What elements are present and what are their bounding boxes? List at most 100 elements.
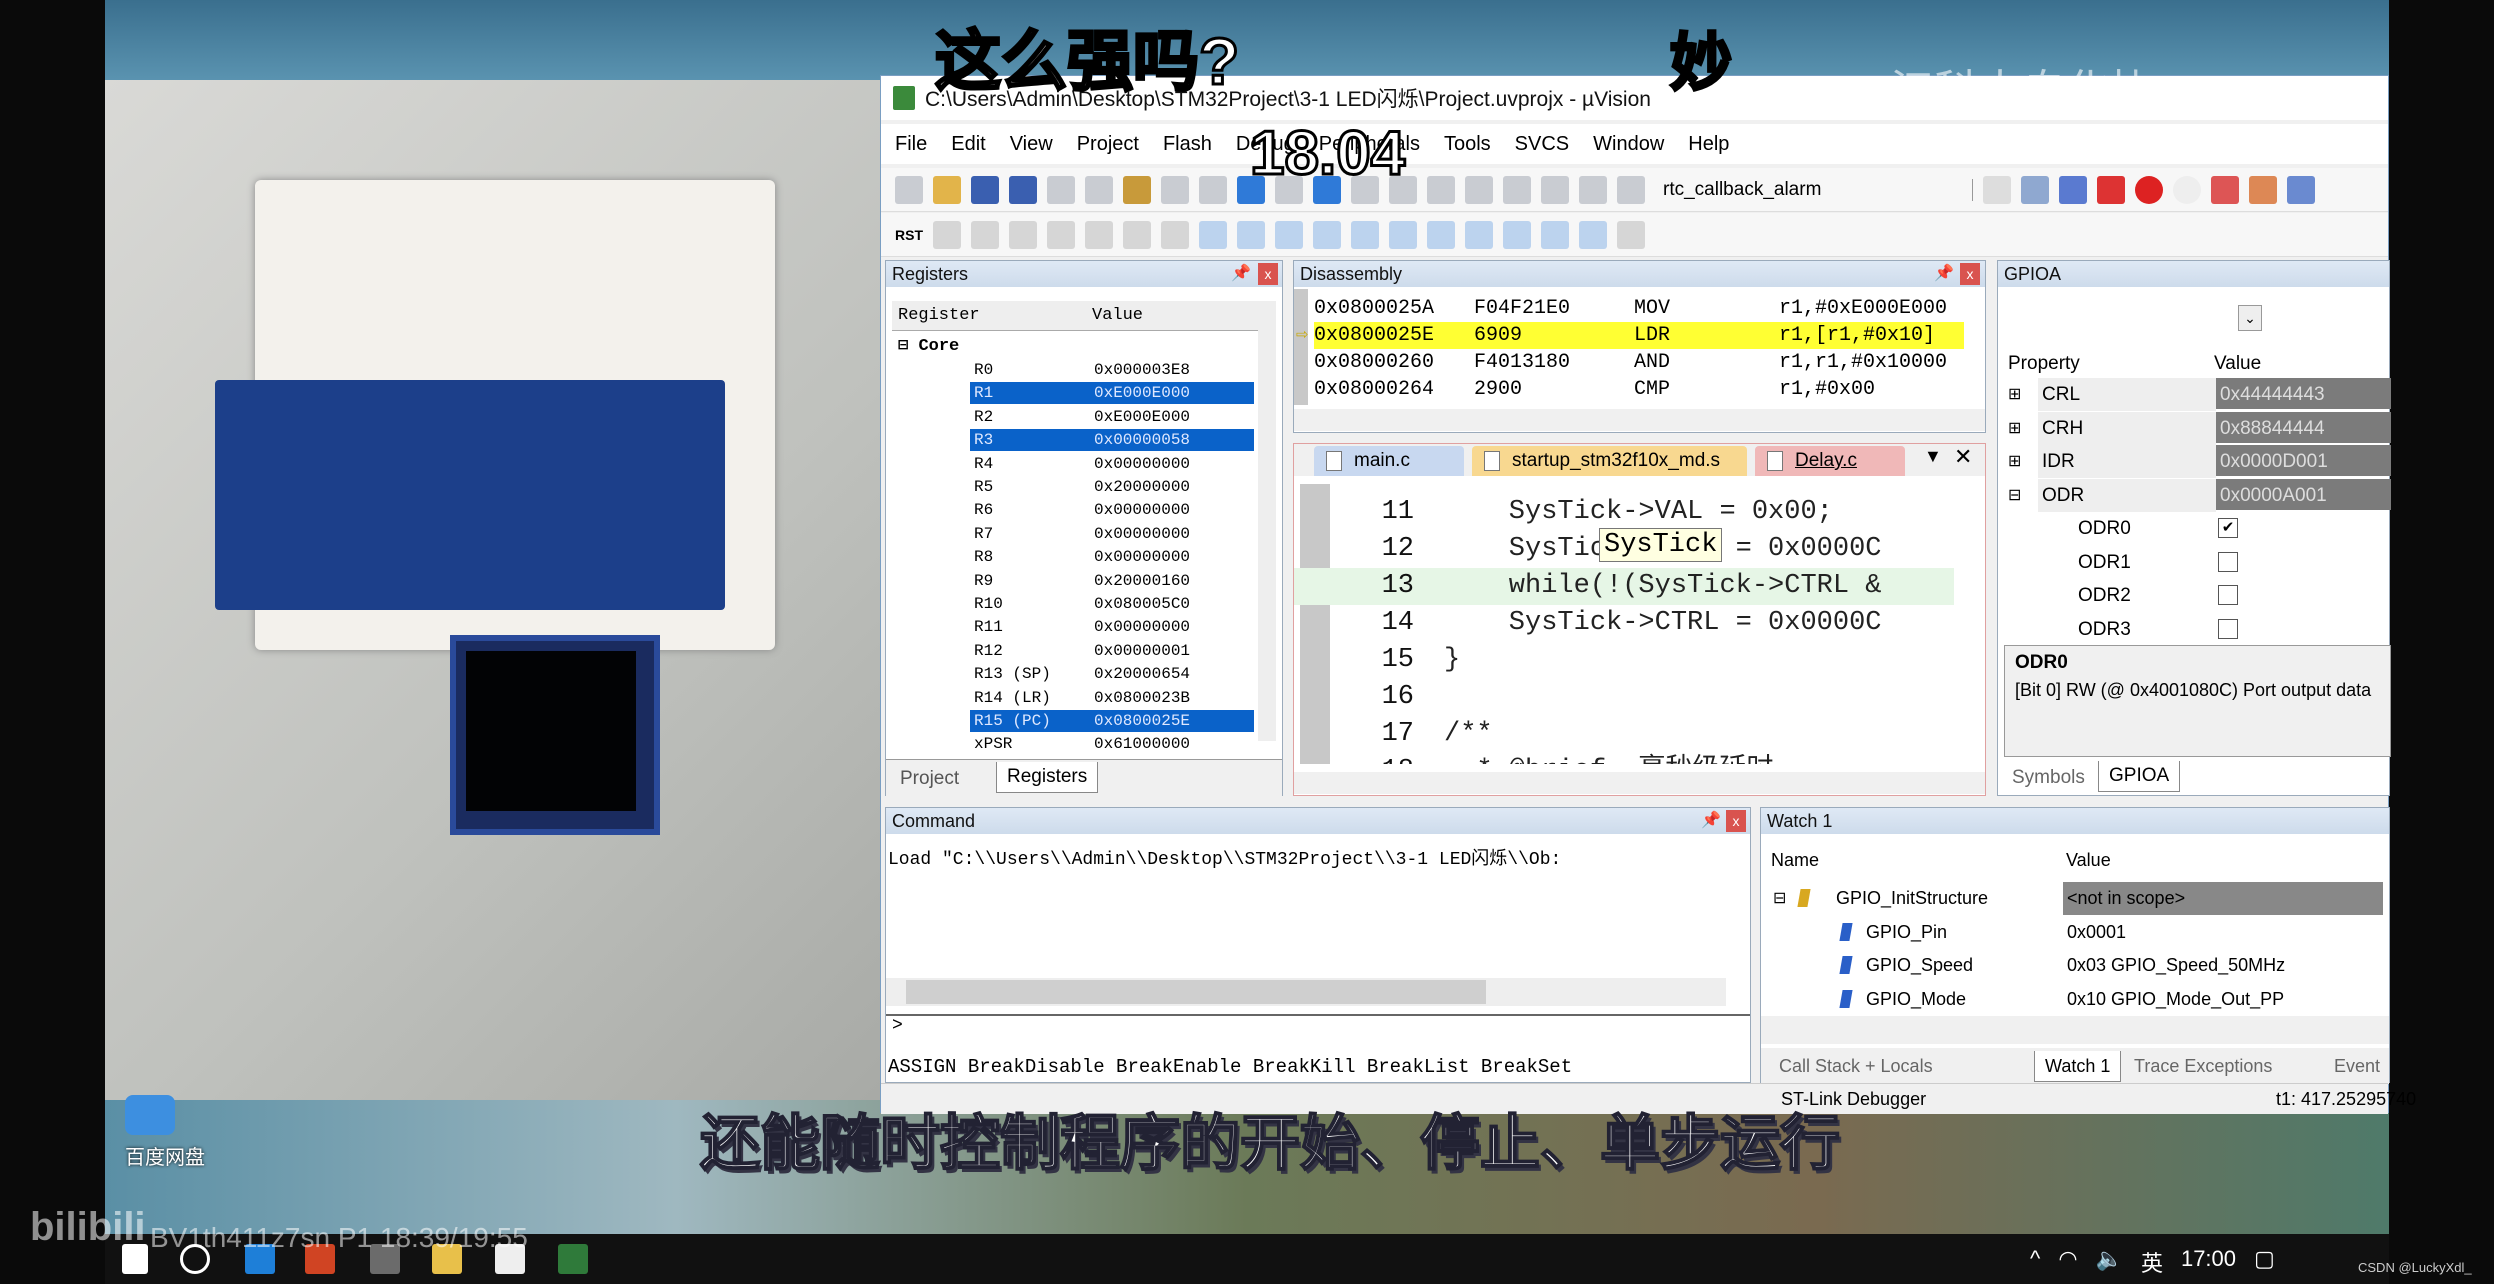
code-line[interactable]: 18 * @brief 毫秒级延时: [1294, 753, 1954, 764]
register-row[interactable]: R1 0xE000E000: [894, 382, 1254, 405]
checkbox[interactable]: [2218, 618, 2238, 639]
tab-delay-c[interactable]: Delay.c: [1755, 446, 1905, 476]
command-window-icon[interactable]: [1199, 220, 1227, 249]
property-value[interactable]: 0x88844444: [2216, 411, 2391, 443]
open-icon[interactable]: [933, 175, 961, 204]
window-layout-icon[interactable]: [2287, 175, 2315, 204]
netdisk-desktop-icon[interactable]: 百度网盘: [125, 1095, 205, 1170]
register-row[interactable]: R7 0x00000000: [894, 523, 1254, 546]
configure-icon[interactable]: [2021, 175, 2049, 204]
run-to-cursor-icon[interactable]: [1123, 220, 1151, 249]
register-value[interactable]: 0x080005C0: [1094, 593, 1190, 616]
notification-icon[interactable]: ▢: [2254, 1246, 2275, 1278]
register-row[interactable]: R15 (PC) 0x0800025E: [894, 710, 1254, 733]
gpio-row-odr3[interactable]: ODR3: [2004, 613, 2391, 646]
checkbox[interactable]: ✔: [2218, 518, 2238, 538]
disassembly-row[interactable]: 0x08000264 2900 CMP r1,#0x00: [1314, 376, 1964, 403]
register-row[interactable]: R14 (LR) 0x0800023B: [894, 687, 1254, 710]
register-row[interactable]: R9 0x20000160: [894, 570, 1254, 593]
tab-trace-exceptions[interactable]: Trace Exceptions: [2124, 1051, 2282, 1081]
menu-project[interactable]: Project: [1077, 133, 1139, 156]
register-row[interactable]: R6 0x00000000: [894, 499, 1254, 522]
register-value[interactable]: 0x61000000: [1094, 733, 1190, 756]
gpio-row-odr1[interactable]: ODR1: [2004, 546, 2391, 579]
pin-icon[interactable]: 📌: [1934, 263, 1954, 283]
tab-registers[interactable]: Registers: [996, 762, 1099, 793]
gpio-row-odr[interactable]: ⊟ ODR 0x0000A001: [2004, 478, 2391, 512]
close-icon[interactable]: x: [1726, 810, 1746, 832]
menu-edit[interactable]: Edit: [951, 133, 985, 156]
download-icon[interactable]: [2059, 175, 2087, 204]
watch-value[interactable]: 0x10 GPIO_Mode_Out_PP: [2063, 983, 2383, 1016]
close-icon[interactable]: ✕: [1954, 444, 1972, 470]
watch-value[interactable]: 0x03 GPIO_Speed_50MHz: [2063, 949, 2383, 982]
call-stack-window-icon[interactable]: [1351, 220, 1379, 249]
disassembly-hscrollbar[interactable]: [1294, 409, 1985, 431]
stop-debug-icon[interactable]: [971, 220, 999, 249]
register-value[interactable]: 0x20000160: [1094, 570, 1190, 593]
register-row[interactable]: R2 0xE000E000: [894, 406, 1254, 429]
command-input[interactable]: >: [886, 1014, 1750, 1048]
watch-hscrollbar[interactable]: [1761, 1016, 2389, 1044]
run-icon[interactable]: [933, 220, 961, 249]
gpio-row-idr[interactable]: ⊞ IDR 0x0000D001: [2004, 445, 2391, 478]
target-dropdown-icon[interactable]: [1983, 175, 2011, 204]
register-value[interactable]: 0x00000000: [1094, 616, 1190, 639]
paste-icon[interactable]: [1123, 175, 1151, 204]
code-line[interactable]: 11 SysTick->VAL = 0x00;: [1294, 494, 1954, 531]
core-group[interactable]: ⊟ Core: [898, 335, 959, 356]
disassembly-row[interactable]: 0x0800025E 6909 LDR r1,[r1,#0x10] ⇨: [1296, 322, 1964, 349]
debug-session-icon[interactable]: [2097, 175, 2125, 204]
register-row[interactable]: R11 0x00000000: [894, 616, 1254, 639]
close-icon[interactable]: x: [1960, 263, 1980, 285]
reset-button[interactable]: RST: [895, 227, 923, 243]
show-next-statement-icon[interactable]: [1161, 220, 1189, 249]
register-value[interactable]: 0x20000654: [1094, 663, 1190, 686]
registers-window-icon[interactable]: [1313, 220, 1341, 249]
ime-indicator[interactable]: 英: [2141, 1246, 2163, 1278]
close-icon[interactable]: x: [1258, 263, 1278, 285]
disassembly-row[interactable]: 0x08000260 F4013180 AND r1,r1,#0x10000: [1314, 349, 1964, 376]
menu-file[interactable]: File: [895, 133, 927, 156]
find-in-files-icon[interactable]: [1617, 175, 1645, 204]
undo-icon[interactable]: [1161, 175, 1189, 204]
save-all-icon[interactable]: [1009, 175, 1037, 204]
menu-flash[interactable]: Flash: [1163, 133, 1212, 156]
register-value[interactable]: 0x00000000: [1094, 499, 1190, 522]
register-row[interactable]: R5 0x20000000: [894, 476, 1254, 499]
step-into-icon[interactable]: [1009, 220, 1037, 249]
tab-startup-stm32f10x-md-s[interactable]: startup_stm32f10x_md.s: [1472, 446, 1747, 476]
property-value[interactable]: 0x0000A001: [2216, 478, 2391, 510]
col-value[interactable]: Value: [1092, 301, 1143, 331]
command-hscrollbar[interactable]: [886, 978, 1726, 1006]
watch-row[interactable]: GPIO_Pin 0x0001: [1761, 916, 2391, 949]
toolbox-icon[interactable]: [1617, 220, 1645, 249]
save-icon[interactable]: [971, 175, 999, 204]
pin-icon[interactable]: 📌: [1231, 263, 1251, 283]
checkbox[interactable]: [2218, 585, 2238, 605]
tab-project[interactable]: Project: [890, 764, 969, 794]
register-row[interactable]: R13 (SP) 0x20000654: [894, 663, 1254, 686]
cut-icon[interactable]: [1047, 175, 1075, 204]
menu-svcs[interactable]: SVCS: [1515, 133, 1569, 156]
register-value[interactable]: 0xE000E000: [1094, 382, 1190, 405]
indent-icon[interactable]: [1465, 175, 1493, 204]
registers-scrollbar[interactable]: [1258, 301, 1276, 741]
code-line[interactable]: 16: [1294, 679, 1954, 716]
register-value[interactable]: 0x00000058: [1094, 429, 1190, 452]
gpio-row-odr0[interactable]: ODR0 ✔: [2004, 512, 2391, 545]
register-row[interactable]: R3 0x00000058: [894, 429, 1254, 452]
menu-window[interactable]: Window: [1593, 133, 1664, 156]
register-value[interactable]: 0x00000000: [1094, 453, 1190, 476]
trace-window-icon[interactable]: [1541, 220, 1569, 249]
copy-icon[interactable]: [1085, 175, 1113, 204]
unindent-icon[interactable]: [1503, 175, 1531, 204]
stop-icon[interactable]: [2173, 175, 2201, 204]
register-row[interactable]: xPSR 0x61000000: [894, 733, 1254, 756]
system-viewer-icon[interactable]: [1579, 220, 1607, 249]
pin-icon[interactable]: 📌: [1701, 810, 1721, 830]
register-row[interactable]: R4 0x00000000: [894, 453, 1254, 476]
tab-watch-1[interactable]: Watch 1: [2034, 1051, 2122, 1082]
watch-row[interactable]: GPIO_Speed 0x03 GPIO_Speed_50MHz: [1761, 949, 2391, 982]
tab-list-icon[interactable]: ▼: [1924, 446, 1942, 467]
